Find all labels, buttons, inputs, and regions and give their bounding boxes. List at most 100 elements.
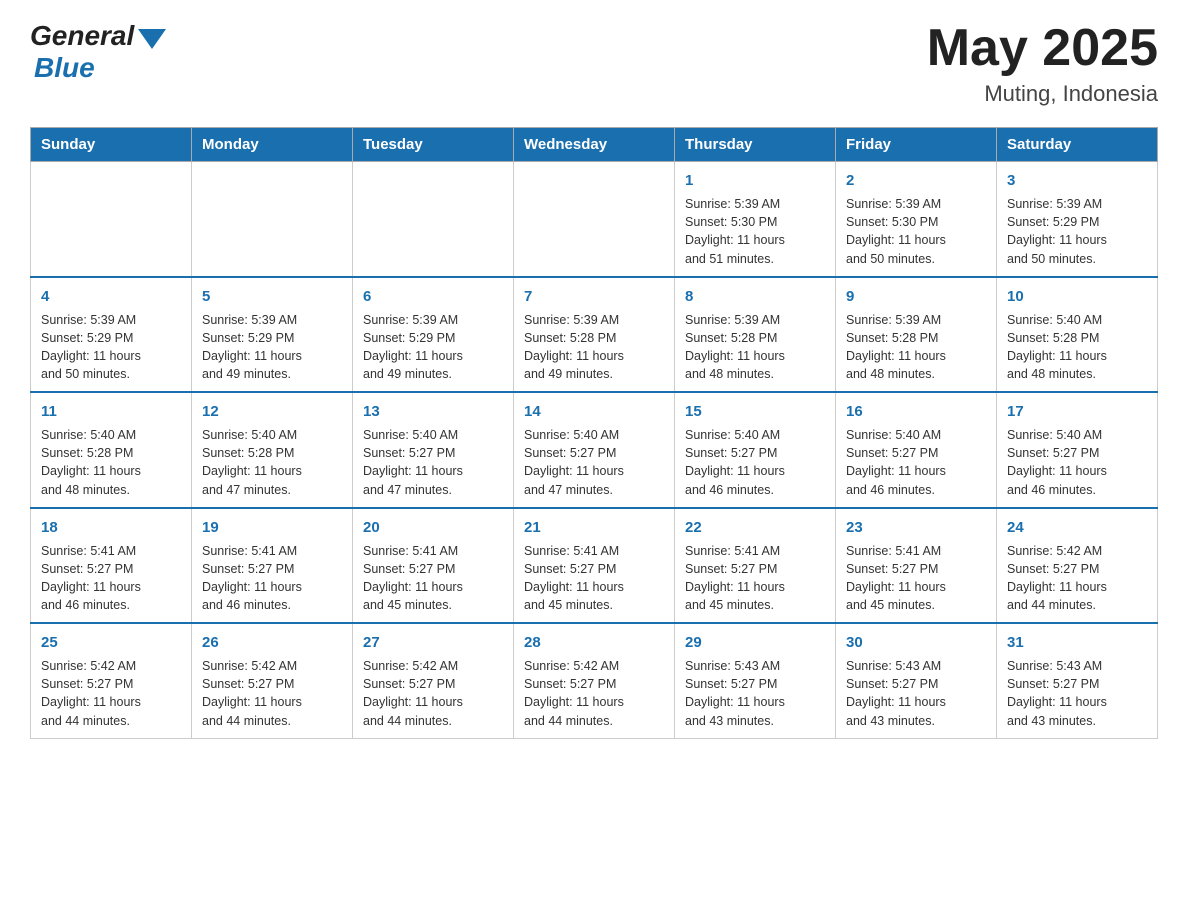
day-number: 23 xyxy=(846,517,986,538)
calendar-day-header: Thursday xyxy=(675,128,836,162)
day-info: Sunrise: 5:39 AMSunset: 5:29 PMDaylight:… xyxy=(1007,195,1147,268)
location-subtitle: Muting, Indonesia xyxy=(927,81,1158,107)
day-info: Sunrise: 5:43 AMSunset: 5:27 PMDaylight:… xyxy=(1007,657,1147,730)
calendar-day-header: Monday xyxy=(192,128,353,162)
day-info: Sunrise: 5:43 AMSunset: 5:27 PMDaylight:… xyxy=(685,657,825,730)
day-number: 5 xyxy=(202,286,342,307)
calendar-day-cell: 6 Sunrise: 5:39 AMSunset: 5:29 PMDaylight… xyxy=(353,277,514,393)
calendar-day-cell: 25Sunrise: 5:42 AMSunset: 5:27 PMDayligh… xyxy=(31,623,192,738)
day-number: 26 xyxy=(202,632,342,653)
day-number: 22 xyxy=(685,517,825,538)
day-info: Sunrise: 5:39 AMSunset: 5:28 PMDaylight:… xyxy=(846,311,986,384)
calendar-day-cell: 10Sunrise: 5:40 AMSunset: 5:28 PMDayligh… xyxy=(997,277,1158,393)
calendar-day-cell: 15 Sunrise: 5:40 AMSunset: 5:27 PMDayligh… xyxy=(675,392,836,508)
calendar-day-cell xyxy=(31,162,192,277)
logo-blue-text: Blue xyxy=(34,52,95,84)
day-info: Sunrise: 5:42 AMSunset: 5:27 PMDaylight:… xyxy=(1007,542,1147,615)
calendar-day-cell: 17 Sunrise: 5:40 AMSunset: 5:27 PMDayligh… xyxy=(997,392,1158,508)
day-number: 31 xyxy=(1007,632,1147,653)
calendar-day-cell: 23 Sunrise: 5:41 AMSunset: 5:27 PMDayligh… xyxy=(836,508,997,624)
calendar-day-cell: 12 Sunrise: 5:40 AMSunset: 5:28 PMDayligh… xyxy=(192,392,353,508)
day-number: 14 xyxy=(524,401,664,422)
day-info: Sunrise: 5:41 AMSunset: 5:27 PMDaylight:… xyxy=(685,542,825,615)
day-number: 7 xyxy=(524,286,664,307)
logo: General Blue xyxy=(30,20,166,84)
day-number: 13 xyxy=(363,401,503,422)
day-info: Sunrise: 5:40 AMSunset: 5:27 PMDaylight:… xyxy=(1007,426,1147,499)
calendar-day-cell: 30 Sunrise: 5:43 AMSunset: 5:27 PMDayligh… xyxy=(836,623,997,738)
calendar-day-cell: 1 Sunrise: 5:39 AMSunset: 5:30 PMDaylight… xyxy=(675,162,836,277)
day-number: 25 xyxy=(41,632,181,653)
calendar-day-cell: 16 Sunrise: 5:40 AMSunset: 5:27 PMDayligh… xyxy=(836,392,997,508)
day-info: Sunrise: 5:40 AMSunset: 5:27 PMDaylight:… xyxy=(363,426,503,499)
day-info: Sunrise: 5:41 AMSunset: 5:27 PMDaylight:… xyxy=(524,542,664,615)
day-info: Sunrise: 5:41 AMSunset: 5:27 PMDaylight:… xyxy=(41,542,181,615)
day-number: 3 xyxy=(1007,170,1147,191)
day-info: Sunrise: 5:39 AMSunset: 5:30 PMDaylight:… xyxy=(685,195,825,268)
day-number: 17 xyxy=(1007,401,1147,422)
day-info: Sunrise: 5:42 AMSunset: 5:27 PMDaylight:… xyxy=(524,657,664,730)
day-info: Sunrise: 5:40 AMSunset: 5:28 PMDaylight:… xyxy=(41,426,181,499)
calendar-day-cell: 21 Sunrise: 5:41 AMSunset: 5:27 PMDayligh… xyxy=(514,508,675,624)
calendar-day-cell: 28 Sunrise: 5:42 AMSunset: 5:27 PMDayligh… xyxy=(514,623,675,738)
calendar-day-cell: 13 Sunrise: 5:40 AMSunset: 5:27 PMDayligh… xyxy=(353,392,514,508)
day-number: 12 xyxy=(202,401,342,422)
day-number: 2 xyxy=(846,170,986,191)
day-info: Sunrise: 5:39 AMSunset: 5:29 PMDaylight:… xyxy=(41,311,181,384)
logo-triangle-icon xyxy=(138,29,166,49)
day-info: Sunrise: 5:39 AMSunset: 5:28 PMDaylight:… xyxy=(524,311,664,384)
calendar-day-header: Saturday xyxy=(997,128,1158,162)
calendar-day-header: Friday xyxy=(836,128,997,162)
calendar-day-cell: 27Sunrise: 5:42 AMSunset: 5:27 PMDayligh… xyxy=(353,623,514,738)
day-number: 27 xyxy=(363,632,503,653)
calendar-day-cell: 18 Sunrise: 5:41 AMSunset: 5:27 PMDayligh… xyxy=(31,508,192,624)
calendar-day-cell xyxy=(192,162,353,277)
day-info: Sunrise: 5:40 AMSunset: 5:28 PMDaylight:… xyxy=(202,426,342,499)
day-number: 30 xyxy=(846,632,986,653)
page-header: General Blue May 2025 Muting, Indonesia xyxy=(30,20,1158,107)
month-year-title: May 2025 xyxy=(927,20,1158,77)
day-number: 4 xyxy=(41,286,181,307)
calendar-day-cell: 8 Sunrise: 5:39 AMSunset: 5:28 PMDaylight… xyxy=(675,277,836,393)
day-info: Sunrise: 5:41 AMSunset: 5:27 PMDaylight:… xyxy=(202,542,342,615)
day-info: Sunrise: 5:43 AMSunset: 5:27 PMDaylight:… xyxy=(846,657,986,730)
day-info: Sunrise: 5:40 AMSunset: 5:27 PMDaylight:… xyxy=(685,426,825,499)
day-number: 8 xyxy=(685,286,825,307)
day-number: 18 xyxy=(41,517,181,538)
calendar-day-cell: 24 Sunrise: 5:42 AMSunset: 5:27 PMDayligh… xyxy=(997,508,1158,624)
calendar-day-cell: 31 Sunrise: 5:43 AMSunset: 5:27 PMDayligh… xyxy=(997,623,1158,738)
day-info: Sunrise: 5:41 AMSunset: 5:27 PMDaylight:… xyxy=(846,542,986,615)
calendar-day-cell: 20 Sunrise: 5:41 AMSunset: 5:27 PMDayligh… xyxy=(353,508,514,624)
calendar-week-row: 1 Sunrise: 5:39 AMSunset: 5:30 PMDaylight… xyxy=(31,162,1158,277)
calendar-day-cell: 14Sunrise: 5:40 AMSunset: 5:27 PMDayligh… xyxy=(514,392,675,508)
day-number: 15 xyxy=(685,401,825,422)
logo-general-text: General xyxy=(30,20,134,52)
calendar-day-cell: 5Sunrise: 5:39 AMSunset: 5:29 PMDaylight… xyxy=(192,277,353,393)
calendar-day-cell: 29 Sunrise: 5:43 AMSunset: 5:27 PMDayligh… xyxy=(675,623,836,738)
day-number: 21 xyxy=(524,517,664,538)
calendar-day-header: Tuesday xyxy=(353,128,514,162)
day-info: Sunrise: 5:39 AMSunset: 5:29 PMDaylight:… xyxy=(363,311,503,384)
day-number: 11 xyxy=(41,401,181,422)
calendar-day-header: Wednesday xyxy=(514,128,675,162)
calendar-week-row: 11 Sunrise: 5:40 AMSunset: 5:28 PMDayligh… xyxy=(31,392,1158,508)
day-number: 1 xyxy=(685,170,825,191)
calendar-day-cell: 4 Sunrise: 5:39 AMSunset: 5:29 PMDaylight… xyxy=(31,277,192,393)
day-number: 6 xyxy=(363,286,503,307)
calendar-day-cell xyxy=(353,162,514,277)
day-number: 16 xyxy=(846,401,986,422)
day-info: Sunrise: 5:39 AMSunset: 5:28 PMDaylight:… xyxy=(685,311,825,384)
day-number: 10 xyxy=(1007,286,1147,307)
calendar-day-cell: 9Sunrise: 5:39 AMSunset: 5:28 PMDaylight… xyxy=(836,277,997,393)
day-number: 24 xyxy=(1007,517,1147,538)
calendar-day-cell xyxy=(514,162,675,277)
day-number: 20 xyxy=(363,517,503,538)
day-info: Sunrise: 5:40 AMSunset: 5:27 PMDaylight:… xyxy=(846,426,986,499)
calendar-week-row: 4 Sunrise: 5:39 AMSunset: 5:29 PMDaylight… xyxy=(31,277,1158,393)
day-number: 28 xyxy=(524,632,664,653)
calendar-day-cell: 2Sunrise: 5:39 AMSunset: 5:30 PMDaylight… xyxy=(836,162,997,277)
day-info: Sunrise: 5:42 AMSunset: 5:27 PMDaylight:… xyxy=(202,657,342,730)
day-number: 29 xyxy=(685,632,825,653)
calendar-day-cell: 19Sunrise: 5:41 AMSunset: 5:27 PMDayligh… xyxy=(192,508,353,624)
day-info: Sunrise: 5:41 AMSunset: 5:27 PMDaylight:… xyxy=(363,542,503,615)
